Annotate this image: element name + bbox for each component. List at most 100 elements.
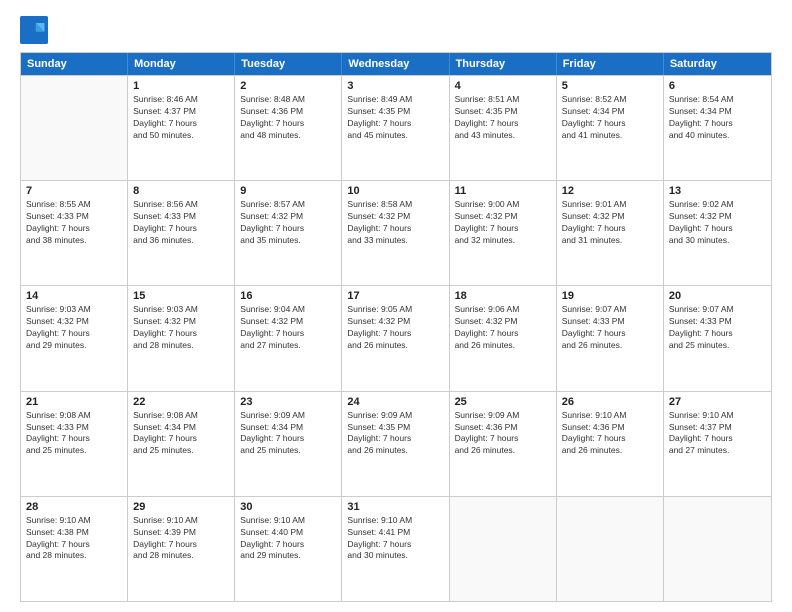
calendar: SundayMondayTuesdayWednesdayThursdayFrid…	[20, 52, 772, 602]
day-number: 3	[347, 80, 443, 92]
day-info: Sunrise: 8:56 AM Sunset: 4:33 PM Dayligh…	[133, 199, 229, 247]
calendar-cell: 20 Sunrise: 9:07 AM Sunset: 4:33 PM Dayli…	[664, 286, 771, 390]
calendar-body: 1Sunrise: 8:46 AM Sunset: 4:37 PM Daylig…	[21, 75, 771, 601]
calendar-cell: 24 Sunrise: 9:09 AM Sunset: 4:35 PM Dayli…	[342, 392, 449, 496]
day-number: 27	[669, 396, 766, 408]
calendar-cell: 17Sunrise: 9:05 AM Sunset: 4:32 PM Dayli…	[342, 286, 449, 390]
calendar-cell: 25Sunrise: 9:09 AM Sunset: 4:36 PM Dayli…	[450, 392, 557, 496]
calendar-cell: 27 Sunrise: 9:10 AM Sunset: 4:37 PM Dayli…	[664, 392, 771, 496]
day-number: 20	[669, 290, 766, 302]
day-info: Sunrise: 9:10 AM Sunset: 4:37 PM Dayligh…	[669, 410, 766, 458]
calendar-cell	[21, 76, 128, 180]
logo	[20, 16, 52, 44]
day-number: 11	[455, 185, 551, 197]
day-number: 13	[669, 185, 766, 197]
calendar-cell: 21Sunrise: 9:08 AM Sunset: 4:33 PM Dayli…	[21, 392, 128, 496]
day-info: Sunrise: 8:55 AM Sunset: 4:33 PM Dayligh…	[26, 199, 122, 247]
day-number: 4	[455, 80, 551, 92]
day-info: Sunrise: 9:10 AM Sunset: 4:39 PM Dayligh…	[133, 515, 229, 563]
calendar-cell: 6 Sunrise: 8:54 AM Sunset: 4:34 PM Daylig…	[664, 76, 771, 180]
calendar-cell: 15 Sunrise: 9:03 AM Sunset: 4:32 PM Dayli…	[128, 286, 235, 390]
day-number: 17	[347, 290, 443, 302]
day-info: Sunrise: 9:10 AM Sunset: 4:36 PM Dayligh…	[562, 410, 658, 458]
calendar-cell: 13 Sunrise: 9:02 AM Sunset: 4:32 PM Dayli…	[664, 181, 771, 285]
day-number: 22	[133, 396, 229, 408]
day-number: 6	[669, 80, 766, 92]
day-info: Sunrise: 9:03 AM Sunset: 4:32 PM Dayligh…	[133, 304, 229, 352]
day-info: Sunrise: 9:04 AM Sunset: 4:32 PM Dayligh…	[240, 304, 336, 352]
day-number: 8	[133, 185, 229, 197]
calendar-cell: 19 Sunrise: 9:07 AM Sunset: 4:33 PM Dayli…	[557, 286, 664, 390]
calendar-cell: 30 Sunrise: 9:10 AM Sunset: 4:40 PM Dayli…	[235, 497, 342, 601]
weekday-header: Tuesday	[235, 53, 342, 75]
calendar-row: 1Sunrise: 8:46 AM Sunset: 4:37 PM Daylig…	[21, 75, 771, 180]
header	[20, 16, 772, 44]
calendar-cell: 9 Sunrise: 8:57 AM Sunset: 4:32 PM Daylig…	[235, 181, 342, 285]
day-info: Sunrise: 9:02 AM Sunset: 4:32 PM Dayligh…	[669, 199, 766, 247]
weekday-header: Monday	[128, 53, 235, 75]
day-number: 14	[26, 290, 122, 302]
calendar-cell: 5 Sunrise: 8:52 AM Sunset: 4:34 PM Daylig…	[557, 76, 664, 180]
day-info: Sunrise: 9:03 AM Sunset: 4:32 PM Dayligh…	[26, 304, 122, 352]
day-number: 25	[455, 396, 551, 408]
day-info: Sunrise: 9:09 AM Sunset: 4:34 PM Dayligh…	[240, 410, 336, 458]
day-number: 24	[347, 396, 443, 408]
day-number: 2	[240, 80, 336, 92]
day-info: Sunrise: 9:01 AM Sunset: 4:32 PM Dayligh…	[562, 199, 658, 247]
day-number: 5	[562, 80, 658, 92]
calendar-cell	[557, 497, 664, 601]
weekday-header: Wednesday	[342, 53, 449, 75]
day-info: Sunrise: 8:51 AM Sunset: 4:35 PM Dayligh…	[455, 94, 551, 142]
day-number: 10	[347, 185, 443, 197]
day-info: Sunrise: 9:08 AM Sunset: 4:34 PM Dayligh…	[133, 410, 229, 458]
weekday-header: Sunday	[21, 53, 128, 75]
calendar-cell: 8 Sunrise: 8:56 AM Sunset: 4:33 PM Daylig…	[128, 181, 235, 285]
day-number: 19	[562, 290, 658, 302]
day-number: 18	[455, 290, 551, 302]
calendar-row: 28 Sunrise: 9:10 AM Sunset: 4:38 PM Dayli…	[21, 496, 771, 601]
calendar-cell: 18 Sunrise: 9:06 AM Sunset: 4:32 PM Dayli…	[450, 286, 557, 390]
day-info: Sunrise: 8:57 AM Sunset: 4:32 PM Dayligh…	[240, 199, 336, 247]
weekday-header: Thursday	[450, 53, 557, 75]
day-info: Sunrise: 8:49 AM Sunset: 4:35 PM Dayligh…	[347, 94, 443, 142]
logo-icon	[20, 16, 48, 44]
calendar-cell: 12Sunrise: 9:01 AM Sunset: 4:32 PM Dayli…	[557, 181, 664, 285]
day-info: Sunrise: 9:10 AM Sunset: 4:41 PM Dayligh…	[347, 515, 443, 563]
day-number: 30	[240, 501, 336, 513]
day-number: 29	[133, 501, 229, 513]
calendar-header: SundayMondayTuesdayWednesdayThursdayFrid…	[21, 53, 771, 75]
weekday-header: Friday	[557, 53, 664, 75]
day-info: Sunrise: 9:10 AM Sunset: 4:38 PM Dayligh…	[26, 515, 122, 563]
day-number: 15	[133, 290, 229, 302]
calendar-row: 21Sunrise: 9:08 AM Sunset: 4:33 PM Dayli…	[21, 391, 771, 496]
calendar-cell: 28 Sunrise: 9:10 AM Sunset: 4:38 PM Dayli…	[21, 497, 128, 601]
calendar-cell: 11 Sunrise: 9:00 AM Sunset: 4:32 PM Dayli…	[450, 181, 557, 285]
calendar-cell	[664, 497, 771, 601]
calendar-cell: 10 Sunrise: 8:58 AM Sunset: 4:32 PM Dayli…	[342, 181, 449, 285]
day-info: Sunrise: 9:00 AM Sunset: 4:32 PM Dayligh…	[455, 199, 551, 247]
calendar-cell: 7 Sunrise: 8:55 AM Sunset: 4:33 PM Daylig…	[21, 181, 128, 285]
calendar-cell	[450, 497, 557, 601]
day-info: Sunrise: 9:08 AM Sunset: 4:33 PM Dayligh…	[26, 410, 122, 458]
day-info: Sunrise: 8:54 AM Sunset: 4:34 PM Dayligh…	[669, 94, 766, 142]
calendar-cell: 2Sunrise: 8:48 AM Sunset: 4:36 PM Daylig…	[235, 76, 342, 180]
day-info: Sunrise: 9:07 AM Sunset: 4:33 PM Dayligh…	[669, 304, 766, 352]
day-info: Sunrise: 9:09 AM Sunset: 4:35 PM Dayligh…	[347, 410, 443, 458]
calendar-row: 14 Sunrise: 9:03 AM Sunset: 4:32 PM Dayli…	[21, 285, 771, 390]
day-info: Sunrise: 8:52 AM Sunset: 4:34 PM Dayligh…	[562, 94, 658, 142]
calendar-cell: 3 Sunrise: 8:49 AM Sunset: 4:35 PM Daylig…	[342, 76, 449, 180]
day-number: 23	[240, 396, 336, 408]
day-number: 28	[26, 501, 122, 513]
day-number: 1	[133, 80, 229, 92]
day-info: Sunrise: 8:58 AM Sunset: 4:32 PM Dayligh…	[347, 199, 443, 247]
calendar-cell: 26Sunrise: 9:10 AM Sunset: 4:36 PM Dayli…	[557, 392, 664, 496]
day-number: 9	[240, 185, 336, 197]
day-info: Sunrise: 9:10 AM Sunset: 4:40 PM Dayligh…	[240, 515, 336, 563]
day-info: Sunrise: 9:07 AM Sunset: 4:33 PM Dayligh…	[562, 304, 658, 352]
calendar-cell: 4 Sunrise: 8:51 AM Sunset: 4:35 PM Daylig…	[450, 76, 557, 180]
day-info: Sunrise: 9:06 AM Sunset: 4:32 PM Dayligh…	[455, 304, 551, 352]
calendar-page: SundayMondayTuesdayWednesdayThursdayFrid…	[0, 0, 792, 612]
calendar-cell: 31Sunrise: 9:10 AM Sunset: 4:41 PM Dayli…	[342, 497, 449, 601]
calendar-cell: 14 Sunrise: 9:03 AM Sunset: 4:32 PM Dayli…	[21, 286, 128, 390]
day-number: 7	[26, 185, 122, 197]
